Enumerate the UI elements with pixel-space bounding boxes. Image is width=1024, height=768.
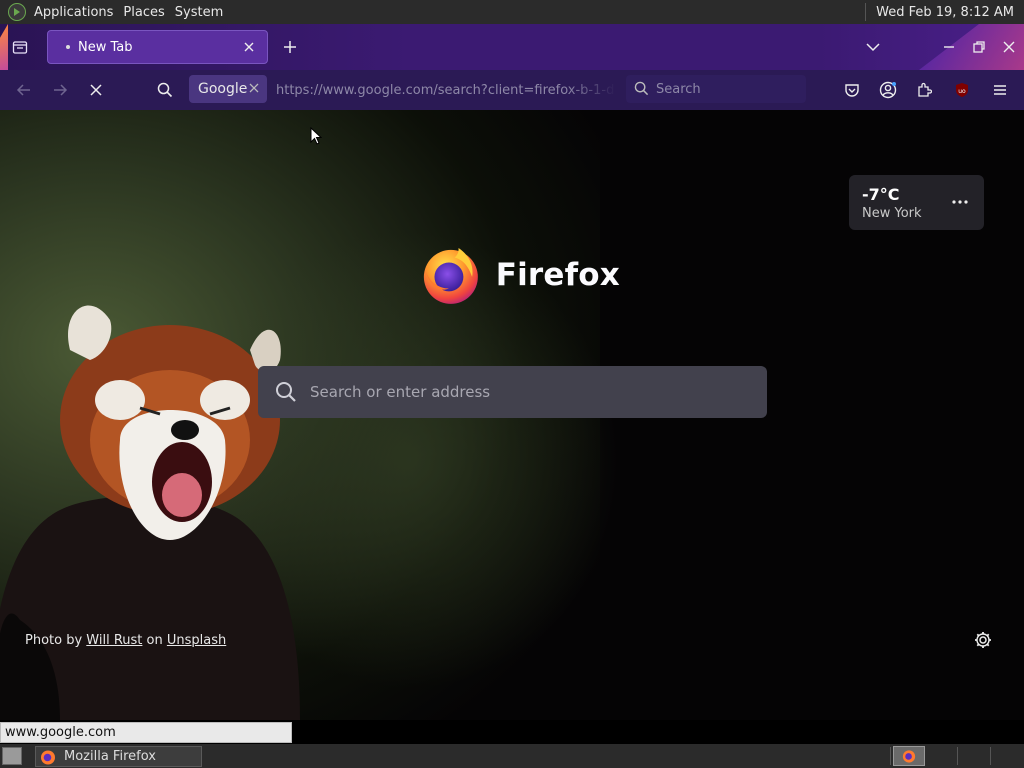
firefox-brand: Firefox	[420, 242, 620, 308]
search-engine-label: Google	[198, 81, 248, 97]
tab-label: New Tab	[78, 39, 133, 55]
firefox-wordmark: Firefox	[495, 257, 620, 293]
menu-system[interactable]: System	[173, 5, 231, 20]
search-icon	[274, 380, 298, 404]
credit-author-link[interactable]: Will Rust	[86, 633, 142, 648]
account-icon[interactable]	[878, 80, 898, 100]
credit-mid: on	[142, 633, 167, 648]
tab-loading-indicator	[66, 45, 70, 49]
more-icon[interactable]	[949, 191, 971, 213]
restore-icon[interactable]	[970, 38, 988, 56]
search-engine-chip[interactable]: Google	[189, 75, 267, 103]
divider	[890, 747, 891, 765]
red-panda-photo	[0, 305, 300, 720]
weather-city: New York	[862, 206, 922, 221]
chip-close-icon[interactable]	[247, 81, 261, 95]
search-placeholder: Search	[656, 81, 701, 97]
hamburger-menu-icon[interactable]	[990, 80, 1010, 100]
credit-prefix: Photo by	[25, 633, 87, 648]
workspace-switcher[interactable]	[893, 746, 925, 766]
search-field[interactable]: Search	[626, 75, 806, 103]
new-tab-search-placeholder: Search or enter address	[310, 383, 491, 401]
bottom-panel: Mozilla Firefox	[0, 744, 1024, 768]
pocket-icon[interactable]	[842, 80, 862, 100]
menu-places[interactable]: Places	[121, 5, 172, 20]
extensions-icon[interactable]	[914, 80, 934, 100]
credit-site-link[interactable]: Unsplash	[167, 633, 226, 648]
stop-icon[interactable]	[86, 80, 106, 100]
new-tab-icon[interactable]	[279, 36, 301, 58]
weather-temperature: -7°C	[862, 185, 900, 204]
ublock-icon[interactable]: uo	[952, 80, 972, 100]
taskbar-window-label: Mozilla Firefox	[64, 749, 156, 764]
clock[interactable]: Wed Feb 19, 8:12 AM	[865, 3, 1024, 21]
new-tab-search-input[interactable]: Search or enter address	[258, 366, 767, 418]
app-menu-icon[interactable]	[8, 3, 26, 21]
status-url: www.google.com	[0, 722, 292, 743]
tab-new-tab[interactable]: New Tab	[47, 30, 268, 64]
navigation-toolbar: Google https://www.google.com/search?cli…	[0, 70, 1024, 110]
menu-applications[interactable]: Applications	[32, 5, 121, 20]
firefox-window: New Tab Google https://www.google.com/se…	[0, 24, 1024, 720]
tab-list-icon[interactable]	[8, 36, 32, 58]
tab-strip: New Tab	[0, 24, 1024, 70]
back-icon[interactable]	[14, 80, 34, 100]
divider	[957, 747, 958, 765]
taskbar-window-firefox[interactable]: Mozilla Firefox	[35, 746, 202, 767]
chevron-down-icon[interactable]	[864, 38, 882, 56]
photo-credit: Photo by Will Rust on Unsplash	[25, 633, 226, 648]
minimize-icon[interactable]	[940, 38, 958, 56]
mouse-cursor-icon	[310, 127, 322, 145]
firefox-logo-icon	[41, 750, 55, 764]
new-tab-page: -7°C New York Firefox Search or enter ad…	[0, 110, 1024, 720]
firefox-logo-icon	[423, 248, 478, 304]
forward-icon[interactable]	[50, 80, 70, 100]
top-panel: Applications Places System Wed Feb 19, 8…	[0, 0, 1024, 24]
settings-gear-icon[interactable]	[973, 630, 993, 650]
weather-widget[interactable]: -7°C New York	[849, 175, 984, 230]
url-input[interactable]: https://www.google.com/search?client=fir…	[276, 83, 616, 98]
theme-accent	[0, 24, 8, 70]
divider	[990, 747, 991, 765]
tab-close-icon[interactable]	[241, 39, 257, 55]
svg-text:uo: uo	[958, 88, 966, 95]
search-icon	[155, 80, 175, 100]
close-icon[interactable]	[1000, 38, 1018, 56]
show-desktop-icon[interactable]	[2, 747, 22, 765]
firefox-logo-icon	[902, 750, 916, 763]
search-icon	[634, 81, 649, 100]
